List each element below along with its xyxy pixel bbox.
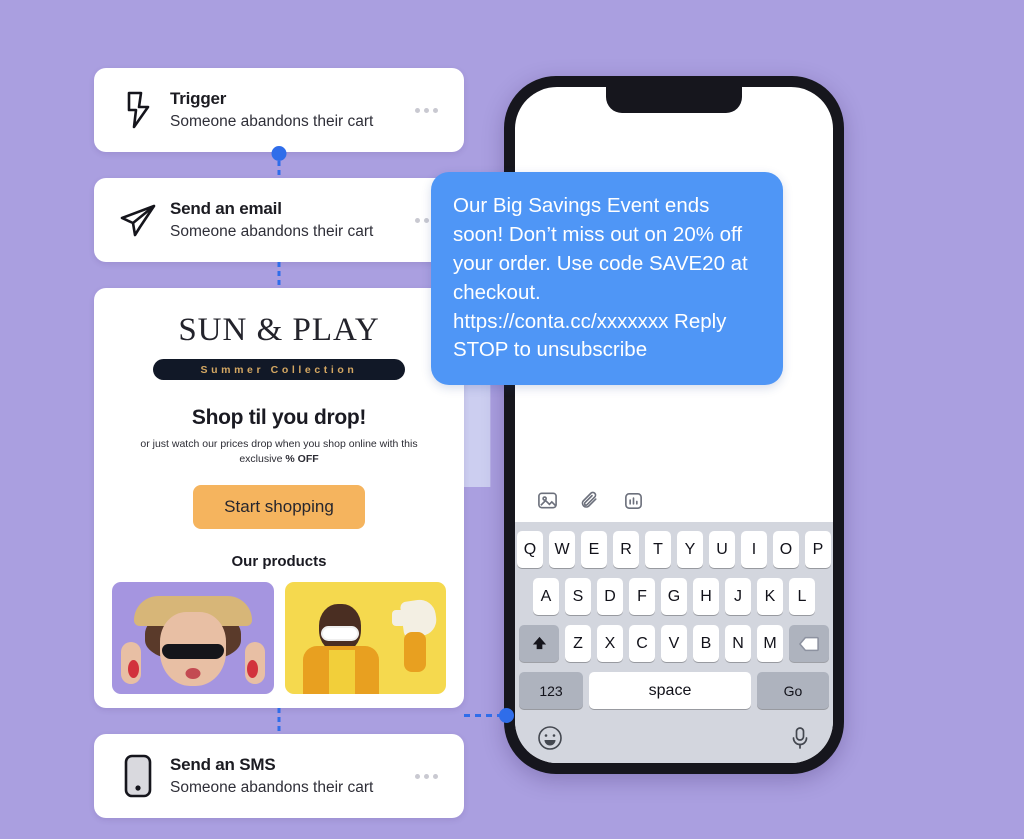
keyboard-row-3: ZXCVBNM	[519, 625, 829, 662]
letter-key[interactable]: L	[789, 578, 815, 615]
flow-connector-1	[94, 146, 464, 178]
man-megaphone-photo	[284, 582, 446, 695]
letter-key[interactable]: B	[693, 625, 719, 662]
letter-key[interactable]: H	[693, 578, 719, 615]
flow-card-subtitle: Someone abandons their cart	[170, 779, 374, 797]
shift-key[interactable]	[519, 625, 559, 662]
paperclip-icon[interactable]	[580, 490, 601, 511]
sms-message-bubble: Our Big Savings Event ends soon! Don’t m…	[431, 172, 783, 386]
email-subline-offer: % OFF	[285, 453, 319, 466]
email-subline: or just watch our prices drop when you s…	[112, 437, 446, 467]
attachment-toolbar	[515, 478, 833, 522]
poll-chart-icon[interactable]	[623, 490, 644, 511]
automation-flow-screenshot: V IJ A Trigger Someone abandons their cart	[0, 0, 1024, 839]
flow-card-title: Trigger	[170, 89, 227, 108]
letter-key[interactable]: F	[629, 578, 655, 615]
letter-key[interactable]: U	[709, 531, 735, 568]
flow-card-subtitle: Someone abandons their cart	[170, 113, 374, 130]
letter-key[interactable]: X	[597, 625, 623, 662]
flow-card-text: Trigger Someone abandons their cart	[166, 89, 415, 131]
letter-key[interactable]: Z	[565, 625, 591, 662]
letter-key[interactable]: Q	[517, 531, 543, 568]
keyboard-row-2: ASDFGHJKL	[519, 578, 829, 615]
connector-line	[277, 708, 281, 735]
keyboard-row-1: QWERTYUIOP	[517, 531, 831, 568]
letter-key[interactable]: K	[757, 578, 783, 615]
space-key[interactable]: space	[589, 672, 751, 709]
paper-plane-icon	[110, 202, 166, 238]
connector-line	[277, 262, 281, 288]
phone-notch	[606, 87, 742, 113]
more-options-button[interactable]	[415, 773, 448, 779]
letter-key[interactable]: G	[661, 578, 687, 615]
flow-card-subtitle: Someone abandons their cart	[170, 223, 374, 240]
phone-mockup: QWERTYUIOP ASDFGHJKL ZXCVBNM 123 space G…	[431, 76, 844, 774]
lightning-bolt-icon	[110, 90, 166, 130]
connector-line	[464, 714, 504, 717]
flow-connector-3	[94, 708, 464, 735]
onscreen-keyboard: QWERTYUIOP ASDFGHJKL ZXCVBNM 123 space G…	[515, 522, 833, 763]
email-products-title: Our products	[231, 553, 327, 571]
flow-card-title: Send an email	[170, 199, 282, 218]
letter-key[interactable]: O	[773, 531, 799, 568]
flow-connector-2	[94, 262, 464, 288]
letter-key[interactable]: S	[565, 578, 591, 615]
flow-card-text: Send an email Someone abandons their car…	[166, 199, 415, 241]
more-options-button[interactable]	[415, 107, 448, 113]
keyboard-row-4: 123 space Go	[519, 672, 829, 709]
letter-key[interactable]: Y	[677, 531, 703, 568]
flow-card-text: Send an SMS Someone abandons their cart	[166, 755, 415, 797]
image-icon[interactable]	[537, 490, 558, 511]
flow-card-title: Send an SMS	[170, 755, 276, 775]
sms-to-phone-connector	[464, 708, 514, 724]
keyboard-bottom-bar	[519, 719, 829, 756]
email-preview-card[interactable]: SUN & PLAY Summer Collection Shop til yo…	[94, 288, 464, 709]
letter-key[interactable]: V	[661, 625, 687, 662]
flow-card-trigger[interactable]: Trigger Someone abandons their cart	[94, 68, 464, 152]
mobile-phone-icon	[110, 754, 166, 798]
email-collection-badge: Summer Collection	[153, 359, 405, 380]
microphone-icon[interactable]	[789, 726, 811, 755]
numbers-key[interactable]: 123	[519, 672, 583, 709]
go-key[interactable]: Go	[757, 672, 829, 709]
letter-key[interactable]: I	[741, 531, 767, 568]
letter-key[interactable]: M	[757, 625, 783, 662]
email-subline-lead: or just watch our prices drop when you s…	[140, 438, 418, 466]
start-shopping-button[interactable]: Start shopping	[193, 485, 365, 530]
emoji-icon[interactable]	[537, 725, 563, 756]
letter-key[interactable]: C	[629, 625, 655, 662]
letter-key[interactable]: E	[581, 531, 607, 568]
letter-key[interactable]: T	[645, 531, 671, 568]
flow-card-send-sms[interactable]: Send an SMS Someone abandons their cart	[94, 734, 464, 819]
letter-key[interactable]: A	[533, 578, 559, 615]
email-products-grid	[112, 582, 446, 695]
letter-key[interactable]: N	[725, 625, 751, 662]
connector-node[interactable]	[499, 708, 514, 723]
woman-sunglasses-photo	[112, 582, 274, 695]
email-headline: Shop til you drop!	[191, 406, 367, 429]
letter-key[interactable]: W	[549, 531, 575, 568]
connector-node[interactable]	[271, 146, 287, 161]
letter-key[interactable]: P	[805, 531, 831, 568]
automation-flow-column: Trigger Someone abandons their cart Send…	[94, 68, 464, 819]
letter-key[interactable]: D	[597, 578, 623, 615]
backspace-key[interactable]	[789, 625, 829, 662]
letter-key[interactable]: J	[725, 578, 751, 615]
flow-card-send-email[interactable]: Send an email Someone abandons their car…	[94, 178, 464, 262]
email-brand-title: SUN & PLAY	[178, 312, 380, 348]
letter-key[interactable]: R	[613, 531, 639, 568]
